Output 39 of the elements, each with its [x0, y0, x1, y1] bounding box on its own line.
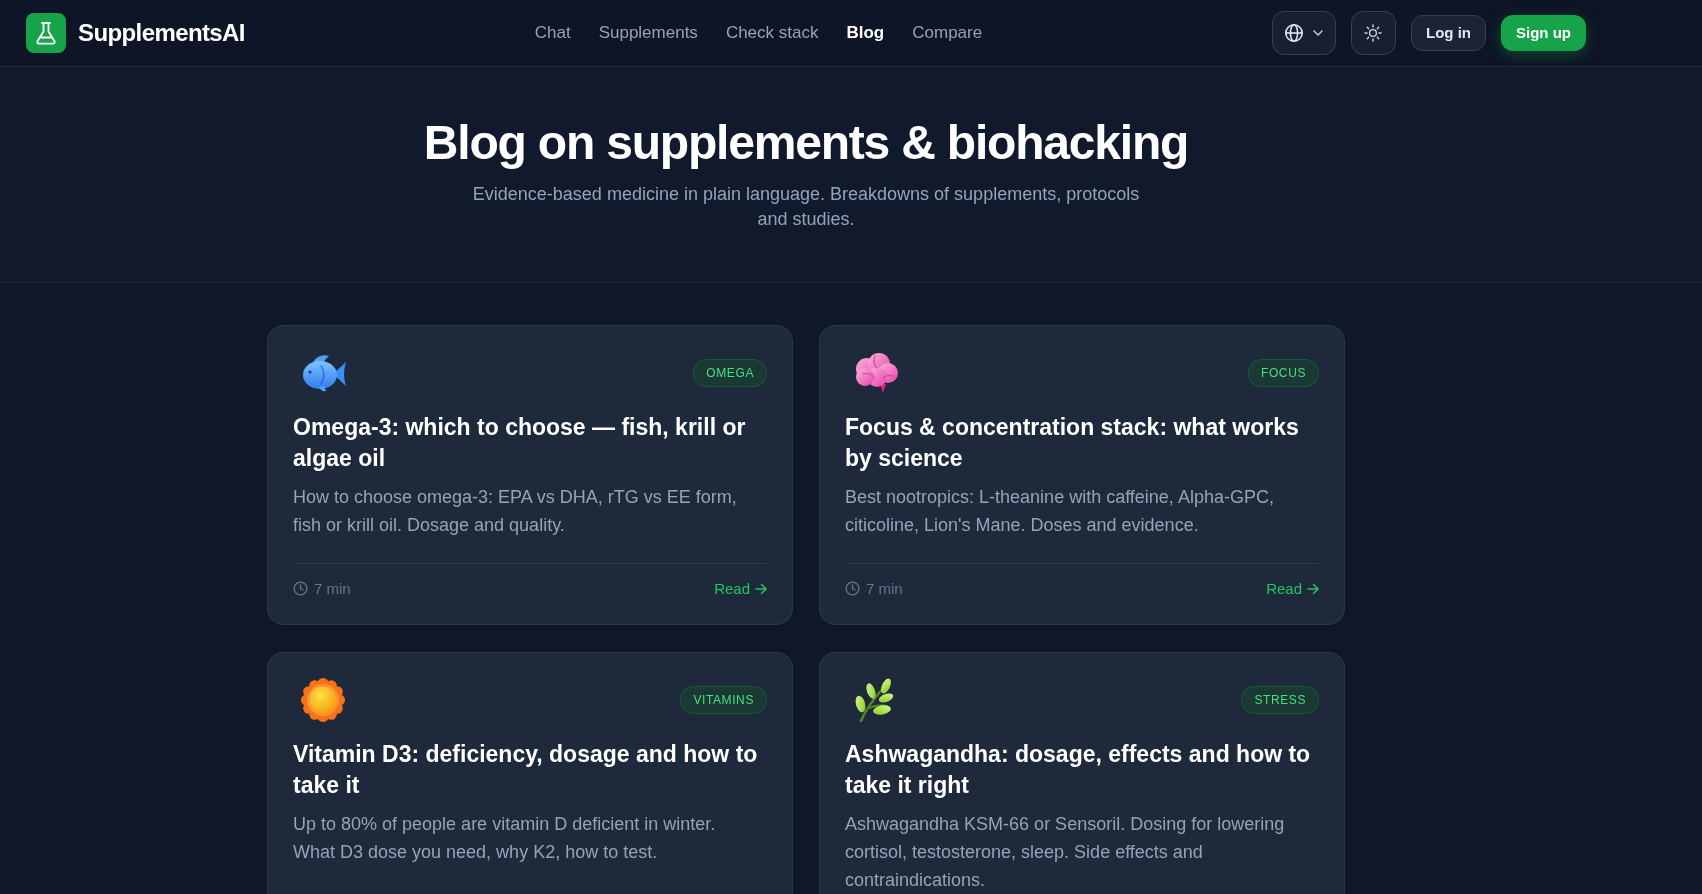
nav-link[interactable]: Blog	[846, 20, 885, 46]
arrow-right-icon	[1307, 582, 1319, 595]
category-tag: STRESS	[1241, 686, 1319, 714]
post-title[interactable]: Focus & concentration stack: what works by science	[845, 412, 1319, 474]
fish-icon	[301, 353, 347, 393]
post-excerpt: Up to 80% of people are vitamin D deficient in winter. What D3 dose you need, why K2, how to test.	[293, 813, 717, 864]
nav-link[interactable]: Chat	[534, 20, 571, 46]
nav-link[interactable]: Supplements	[598, 20, 698, 46]
nav-link[interactable]: Check stack	[725, 20, 819, 46]
brain-icon	[853, 352, 899, 394]
leaf-branch-icon	[855, 678, 893, 722]
chevron-down-icon	[1313, 30, 1324, 36]
nav-link[interactable]: Compare	[912, 20, 983, 46]
sun-icon	[301, 678, 345, 722]
read-time: 7 min	[866, 578, 903, 599]
read-link[interactable]: Read	[714, 577, 767, 600]
language-button[interactable]	[1272, 11, 1336, 55]
post-excerpt: How to choose omega-3: EPA vs DHA, rTG vs EE form, fish or krill oil. Dosage and quality.	[293, 486, 738, 537]
category-tag: VITAMINS	[680, 686, 767, 714]
theme-toggle-button[interactable]	[1351, 11, 1396, 55]
post-title[interactable]: Ashwagandha: dosage, effects and how to take it right	[845, 739, 1319, 801]
login-button[interactable]: Log in	[1411, 15, 1486, 51]
sun-icon	[1364, 24, 1383, 42]
arrow-right-icon	[755, 582, 767, 595]
read-link[interactable]: Read	[1266, 577, 1319, 600]
page-subtitle: Evidence-based medicine in plain language. Breakdowns of supplements, protocols and studies.	[471, 183, 1141, 231]
post-title[interactable]: Omega-3: which to choose — fish, krill or algae oil	[293, 412, 767, 474]
page-title: Blog on supplements & biohacking	[423, 115, 1189, 171]
post-excerpt: Ashwagandha KSM-66 or Sensoril. Dosing for lowering cortisol, testosterone, sleep. Side effects and contraindications.	[845, 813, 1286, 892]
post-excerpt: Best nootropics: L-theanine with caffeine, Alpha-GPC, citicoline, Lion's Mane. Doses and evidence.	[845, 486, 1275, 537]
flask-logo-icon[interactable]	[26, 13, 66, 53]
post-title[interactable]: Vitamin D3: deficiency, dosage and how to take it	[293, 739, 767, 801]
globe-icon	[1284, 23, 1305, 43]
clock-icon	[845, 581, 860, 597]
read-time: 7 min	[314, 578, 351, 599]
clock-icon	[293, 581, 308, 597]
category-tag: FOCUS	[1248, 359, 1319, 387]
brand-name[interactable]: SupplementsAI	[78, 15, 245, 51]
category-tag: OMEGA	[693, 359, 767, 387]
